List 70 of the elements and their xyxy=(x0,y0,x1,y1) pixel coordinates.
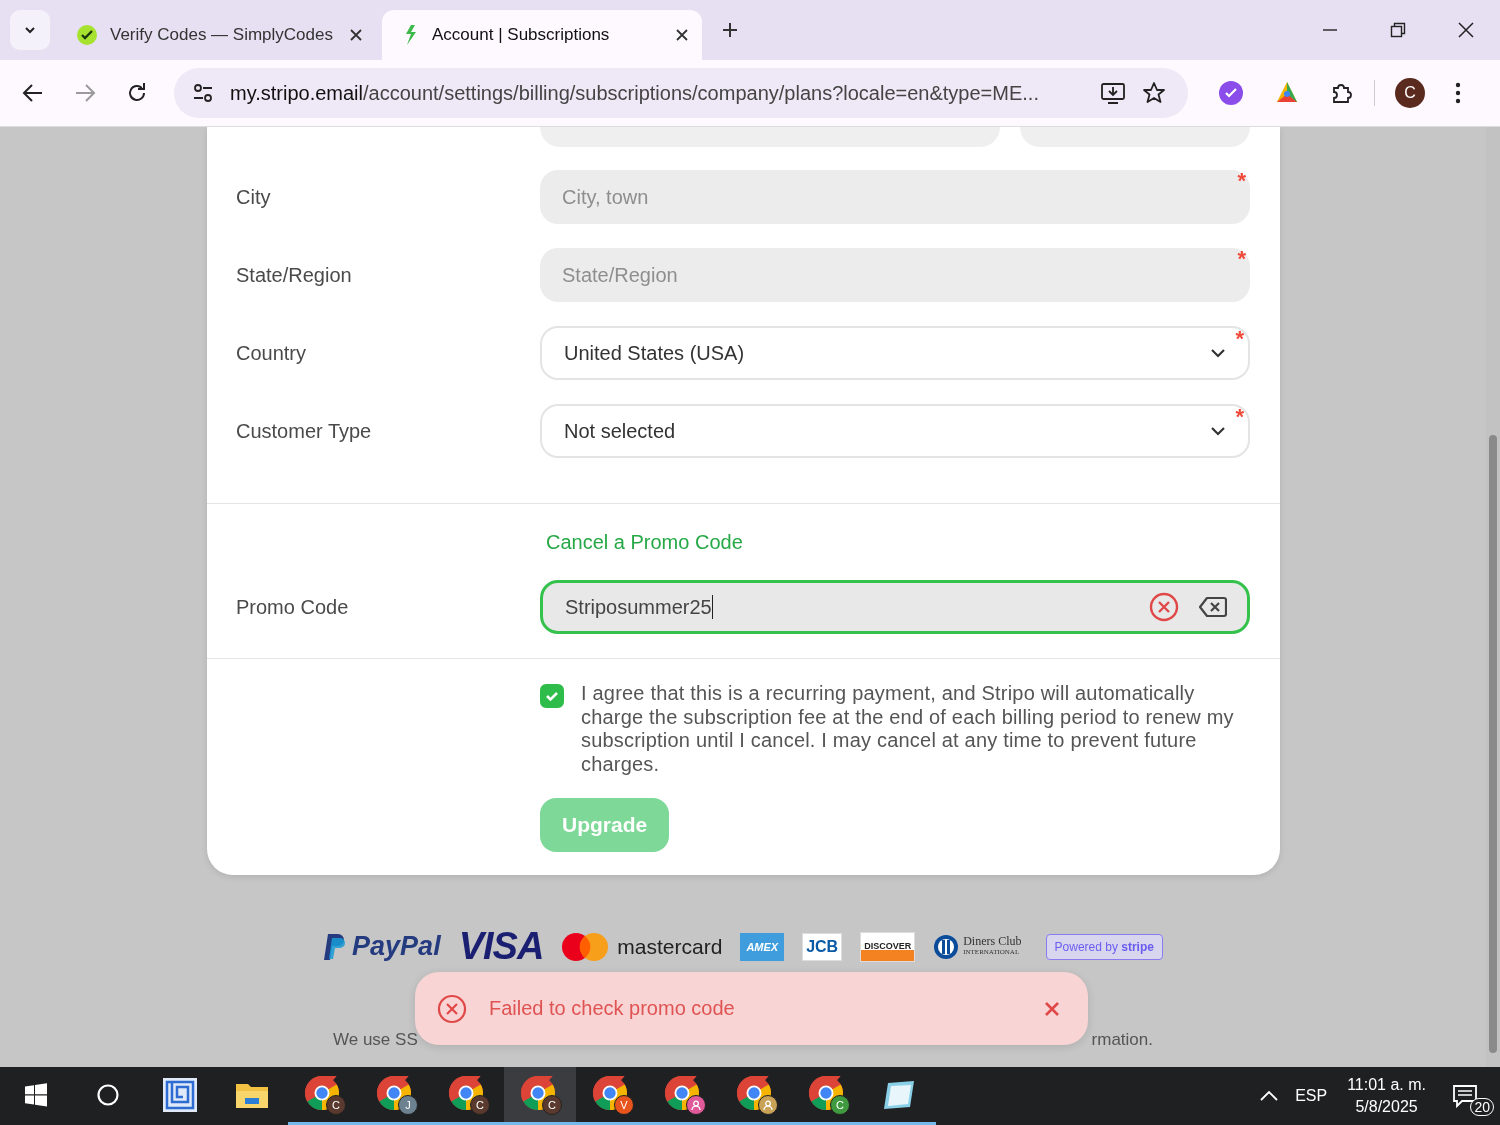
browser-tab[interactable]: Verify Codes — SimplyCodes xyxy=(56,10,376,60)
forward-icon[interactable] xyxy=(74,82,96,104)
toast-message: Failed to check promo code xyxy=(489,997,736,1020)
clock[interactable]: 11:01 a. m. 5/8/2025 xyxy=(1347,1076,1426,1116)
chevron-down-icon xyxy=(1210,426,1226,436)
notification-button[interactable]: 20 xyxy=(1452,1076,1492,1116)
discover-logo: DISCOVER xyxy=(860,931,916,962)
powered-by-stripe-badge: Powered by stripe xyxy=(1045,933,1163,960)
required-asterisk: * xyxy=(1235,326,1244,352)
restore-icon[interactable] xyxy=(1390,22,1406,38)
required-asterisk: * xyxy=(1235,404,1244,430)
promo-code-field[interactable]: Striposummer25 xyxy=(540,580,1250,634)
menu-icon[interactable] xyxy=(1455,82,1461,104)
search-icon xyxy=(96,1082,120,1107)
taskbar-button[interactable]: C xyxy=(288,1067,360,1125)
browser-tab[interactable]: Account | Subscriptions xyxy=(382,10,702,60)
required-asterisk: * xyxy=(1237,246,1246,272)
field-label: Country xyxy=(236,341,308,365)
profile-avatar[interactable]: C xyxy=(1395,78,1425,108)
field-label: Customer Type xyxy=(236,419,373,443)
site-settings-icon[interactable] xyxy=(192,82,214,104)
selected-value: United States (USA) xyxy=(564,341,745,365)
clear-icon[interactable] xyxy=(1199,596,1227,618)
agreement-text: I agree that this is a recurring payment, and Stripo will automatically charge the subscription fee at the end of each billing period to renew my subscription until I cancel. I may cancel at any time to prevent future charges. xyxy=(581,682,1235,776)
url-text: my.stripo.email/account/settings/billing/subscriptions/company/plans?locale=en&type=ME... xyxy=(230,81,1040,105)
close-icon[interactable] xyxy=(350,29,362,41)
scrollbar[interactable] xyxy=(1486,127,1500,1067)
extension-icon[interactable] xyxy=(1218,80,1244,106)
selected-value: Not selected xyxy=(564,419,676,443)
new-tab-icon[interactable] xyxy=(722,22,738,38)
error-icon xyxy=(437,993,467,1024)
amex-logo: AMEX xyxy=(740,932,785,961)
check-badge-icon xyxy=(76,24,98,46)
puzzle-icon[interactable] xyxy=(1330,81,1354,105)
install-icon[interactable] xyxy=(1100,81,1126,105)
jcb-logo: JCB xyxy=(802,932,843,961)
footer-text: rmation. xyxy=(1091,1030,1153,1050)
field-label: State/Region xyxy=(236,263,353,287)
taskbar-button[interactable]: J xyxy=(360,1067,432,1125)
language-indicator[interactable]: ESP xyxy=(1295,1087,1328,1105)
tab-title: Account | Subscriptions xyxy=(432,25,611,45)
visa-logo: VISA xyxy=(458,925,544,968)
chevron-up-icon[interactable] xyxy=(1259,1090,1280,1102)
windows-icon xyxy=(24,1082,48,1107)
back-icon[interactable] xyxy=(22,82,44,104)
star-icon[interactable] xyxy=(1142,81,1166,105)
field-label: Promo Code xyxy=(236,595,350,619)
maze-icon xyxy=(162,1076,198,1113)
placeholder-text: City, town xyxy=(562,185,649,209)
chevron-down-icon xyxy=(1210,348,1226,358)
address-bar[interactable]: my.stripo.email/account/settings/billing/subscriptions/company/plans?locale=en&type=ME... xyxy=(174,68,1188,118)
input-field[interactable] xyxy=(540,127,1000,147)
input-field[interactable] xyxy=(1020,127,1250,147)
close-icon[interactable] xyxy=(676,29,688,41)
paypal-logo: PayPal xyxy=(322,931,441,962)
reload-icon[interactable] xyxy=(126,82,148,104)
tab-title: Verify Codes — SimplyCodes xyxy=(110,25,334,45)
agreement-checkbox[interactable] xyxy=(540,684,564,708)
field-label: City xyxy=(236,185,272,209)
taskbar-button[interactable]: V xyxy=(576,1067,648,1125)
dropdown-field[interactable]: United States (USA) * xyxy=(540,326,1250,380)
taskbar-button[interactable]: C xyxy=(792,1067,864,1125)
input-value: Striposummer25 xyxy=(565,595,712,619)
placeholder-text: State/Region xyxy=(562,263,678,287)
taskbar-button[interactable]: C xyxy=(504,1067,576,1125)
dropdown-field[interactable]: Not selected * xyxy=(540,404,1250,458)
close-icon[interactable] xyxy=(1458,22,1474,38)
required-asterisk: * xyxy=(1237,168,1246,194)
mastercard-logo: mastercard xyxy=(561,931,723,962)
footer-text: We use SS xyxy=(333,1030,418,1050)
